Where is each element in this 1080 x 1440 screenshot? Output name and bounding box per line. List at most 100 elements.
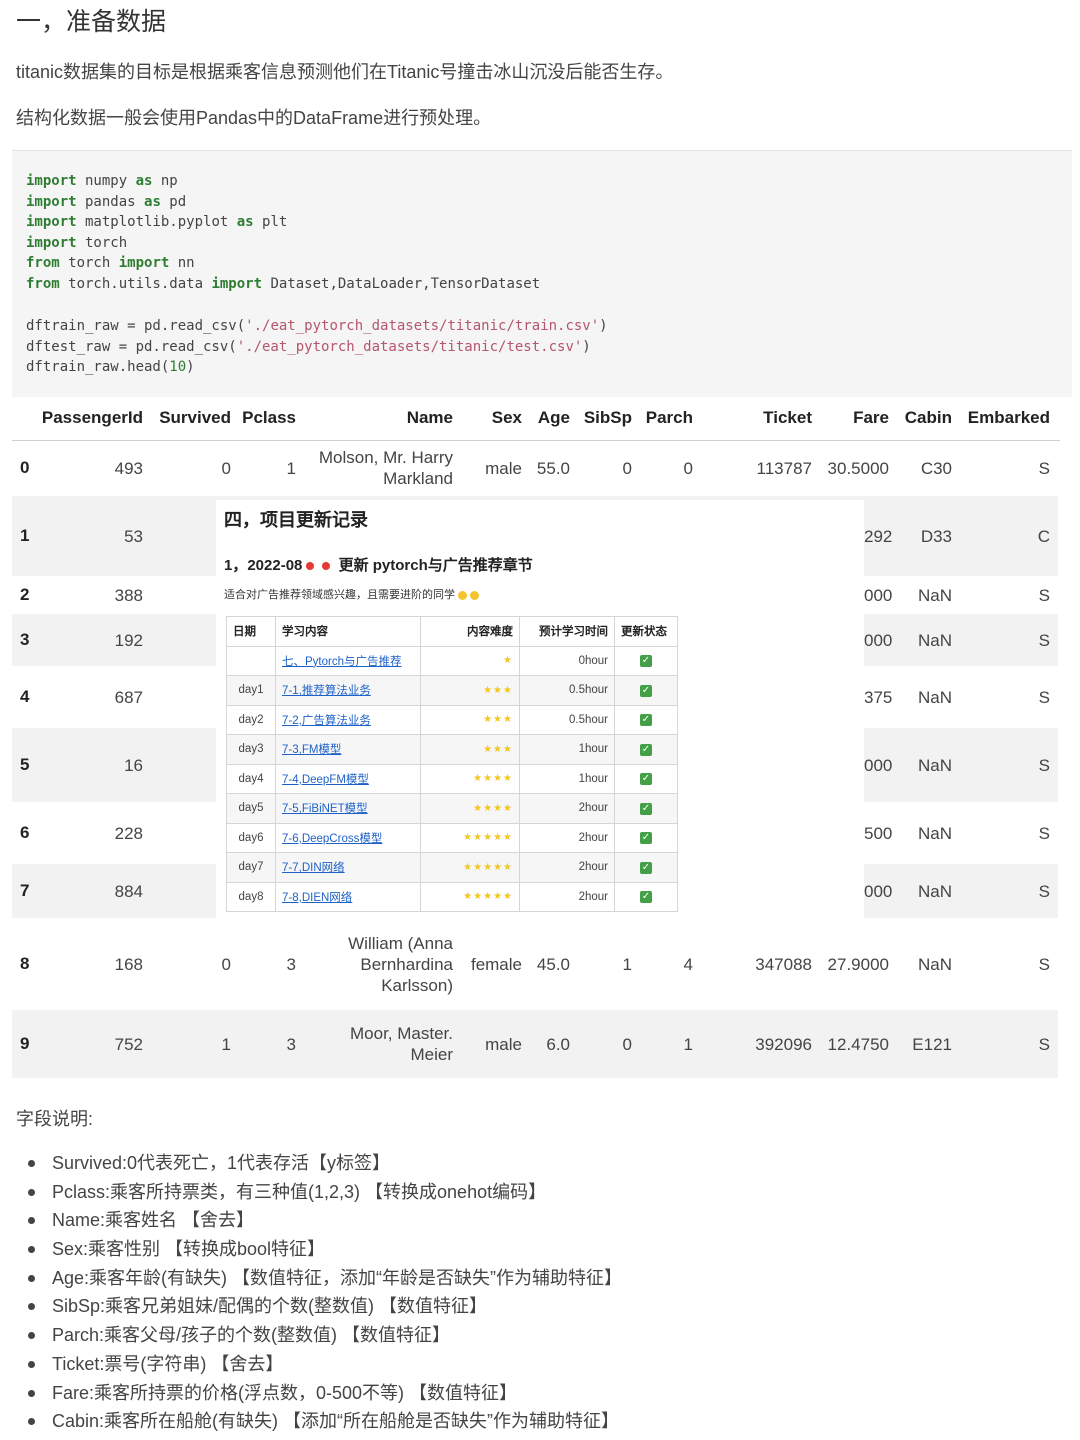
plan-content-link[interactable]: 7-8,DIEN网络: [275, 881, 421, 912]
code-token: ): [599, 318, 608, 334]
code-token: import: [26, 235, 77, 251]
plan-day: day1: [226, 675, 276, 706]
table-cell: 228: [114, 823, 143, 843]
table-cell: C30: [920, 458, 952, 478]
row-index: 6: [20, 823, 30, 842]
code-token: pd: [160, 194, 187, 210]
code-line: dftrain_raw.head(10): [26, 357, 195, 377]
column-header: Fare: [853, 408, 889, 427]
section-heading: 一，准备数据: [16, 8, 167, 36]
field-item: Survived:0代表死亡，1代表存活【y标签】: [26, 1150, 622, 1179]
difficulty-stars: ★: [420, 645, 520, 676]
update-log-overlay: 四，项目更新记录 1，2022-08 更新 pytorch与广告推荐章节 适合对…: [216, 500, 864, 918]
table-cell: 12.4750: [827, 1034, 889, 1054]
field-list: Survived:0代表死亡，1代表存活【y标签】 Pclass:乘客所持票类，有…: [26, 1150, 622, 1437]
code-token: nn: [169, 255, 195, 271]
bullet-icon: [28, 1360, 35, 1368]
table-cell: S: [1038, 687, 1050, 707]
code-line: dftrain_raw = pd.read_csv('./eat_pytorch…: [26, 316, 608, 336]
row-index: 5: [20, 755, 30, 774]
table-cell: NaN: [917, 881, 952, 901]
table-cell: NaN: [917, 630, 952, 650]
check-icon: ✓: [640, 655, 652, 668]
column-header: Name: [406, 408, 453, 427]
plan-status: ✓: [614, 763, 678, 794]
difficulty-stars: ★★★★: [420, 763, 520, 794]
check-icon: ✓: [640, 684, 652, 697]
plan-content-link[interactable]: 7-5,FiBiNET模型: [275, 793, 421, 824]
difficulty-stars: ★★★: [420, 704, 520, 735]
plan-status: ✓: [614, 822, 678, 853]
table-cell: William (Anna Bernhardina Karlsson): [348, 933, 453, 996]
table-cell: S: [1038, 954, 1050, 974]
plan-content-link[interactable]: 7-4,DeepFM模型: [275, 763, 421, 794]
table-cell: 1: [622, 954, 632, 974]
overlay-note: 适合对广告推荐领域感兴趣，且需要进阶的同学: [224, 586, 479, 602]
table-cell: 6.0: [546, 1034, 570, 1054]
table-cell: 1: [683, 1034, 693, 1054]
subtitle-text: 更新 pytorch与广告推荐章节: [338, 557, 533, 574]
plan-row: day8 7-8,DIEN网络 ★★★★★ 2hour ✓: [226, 881, 678, 912]
bullet-icon: [28, 1217, 35, 1225]
bullet-icon: [28, 1246, 35, 1254]
table-cell: C: [1037, 526, 1050, 546]
table-cell: NaN: [917, 687, 952, 707]
code-line: from torch import nn: [26, 253, 195, 273]
plan-header-cell: 学习内容: [275, 616, 421, 647]
field-item: SibSp:乘客兄弟姐妹/配偶的个数(整数值) 【数值特征】: [26, 1293, 622, 1322]
code-token: torch: [76, 235, 128, 251]
field-text: Sex:乘客性别 【转换成bool特征】: [52, 1239, 326, 1260]
table-cell: 752: [114, 1034, 143, 1054]
table-cell: 0: [622, 1034, 632, 1054]
code-token: import: [26, 214, 77, 230]
code-token: torch.utils.data: [59, 276, 212, 292]
column-header: Pclass: [242, 408, 296, 427]
field-text: SibSp:乘客兄弟姐妹/配偶的个数(整数值) 【数值特征】: [52, 1296, 488, 1317]
code-token: from: [26, 276, 60, 292]
row-index: 4: [20, 687, 30, 706]
code-token: Dataset,DataLoader,TensorDataset: [262, 276, 541, 292]
plan-content-link[interactable]: 7-2,广告算法业务: [275, 704, 421, 735]
plan-content-link[interactable]: 7-7,DIN网络: [275, 852, 421, 883]
column-header: SibSp: [583, 408, 632, 427]
cell-line: Moor, Master.: [350, 1024, 453, 1043]
plan-status: ✓: [614, 675, 678, 706]
cell-line: Molson, Mr. Harry: [318, 448, 453, 467]
code-token: as: [144, 194, 161, 210]
table-row: 9 752 1 3 Moor, Master. Meier male 6.0 0 1 392096 1…: [12, 1010, 1058, 1078]
plan-row: 七、Pytorch与广告推荐 ★ 0hour ✓: [226, 645, 678, 676]
code-token: ): [186, 359, 195, 375]
field-text: Age:乘客年龄(有缺失) 【数值特征，添加“年龄是否缺失”作为辅助特征】: [52, 1267, 623, 1288]
bullet-icon: [28, 1303, 35, 1311]
subtitle-date: 1，2022-08: [224, 557, 303, 574]
table-cell: S: [1038, 881, 1050, 901]
table-cell: 3: [286, 954, 296, 974]
plan-content-link[interactable]: 七、Pytorch与广告推荐: [275, 645, 421, 676]
plan-row: day1 7-1,推荐算法业务 ★★★ 0.5hour ✓: [226, 675, 678, 706]
plan-content-link[interactable]: 7-1,推荐算法业务: [275, 675, 421, 706]
row-index: 8: [20, 954, 30, 973]
column-header: PassengerId: [41, 408, 143, 427]
table-cell: 27.9000: [827, 954, 889, 974]
field-text: Parch:乘客父母/孩子的个数(整数值) 【数值特征】: [52, 1325, 451, 1346]
table-cell: S: [1038, 823, 1050, 843]
plan-row: day6 7-6,DeepCross模型 ★★★★★ 2hour ✓: [226, 822, 678, 853]
table-cell: 113787: [756, 458, 812, 478]
code-token: dftest_raw = pd.read_csv(: [26, 339, 237, 355]
plan-content-link[interactable]: 7-3,FM模型: [275, 734, 421, 765]
dataframe-header: PassengerId Survived Pclass Name Sex Age SibSp…: [12, 398, 1060, 441]
field-text: Survived:0代表死亡，1代表存活【y标签】: [52, 1153, 391, 1173]
plan-status: ✓: [614, 734, 678, 765]
check-icon: ✓: [640, 832, 652, 845]
code-line: from torch.utils.data import Dataset,Dat…: [26, 274, 540, 294]
row-index: 7: [20, 881, 30, 900]
plan-status: ✓: [614, 881, 678, 912]
field-item: Parch:乘客父母/孩子的个数(整数值) 【数值特征】: [26, 1322, 622, 1351]
plan-day: day7: [226, 852, 276, 883]
bullet-icon: [28, 1332, 35, 1340]
table-cell: 0: [622, 458, 632, 478]
code-cell[interactable]: import numpy as np import pandas as pd imp…: [12, 150, 1072, 397]
table-cell: S: [1038, 755, 1050, 775]
plan-content-link[interactable]: 7-6,DeepCross模型: [275, 822, 421, 853]
field-text: Fare:乘客所持票的价格(浮点数，0-500不等) 【数值特征】: [52, 1382, 518, 1403]
